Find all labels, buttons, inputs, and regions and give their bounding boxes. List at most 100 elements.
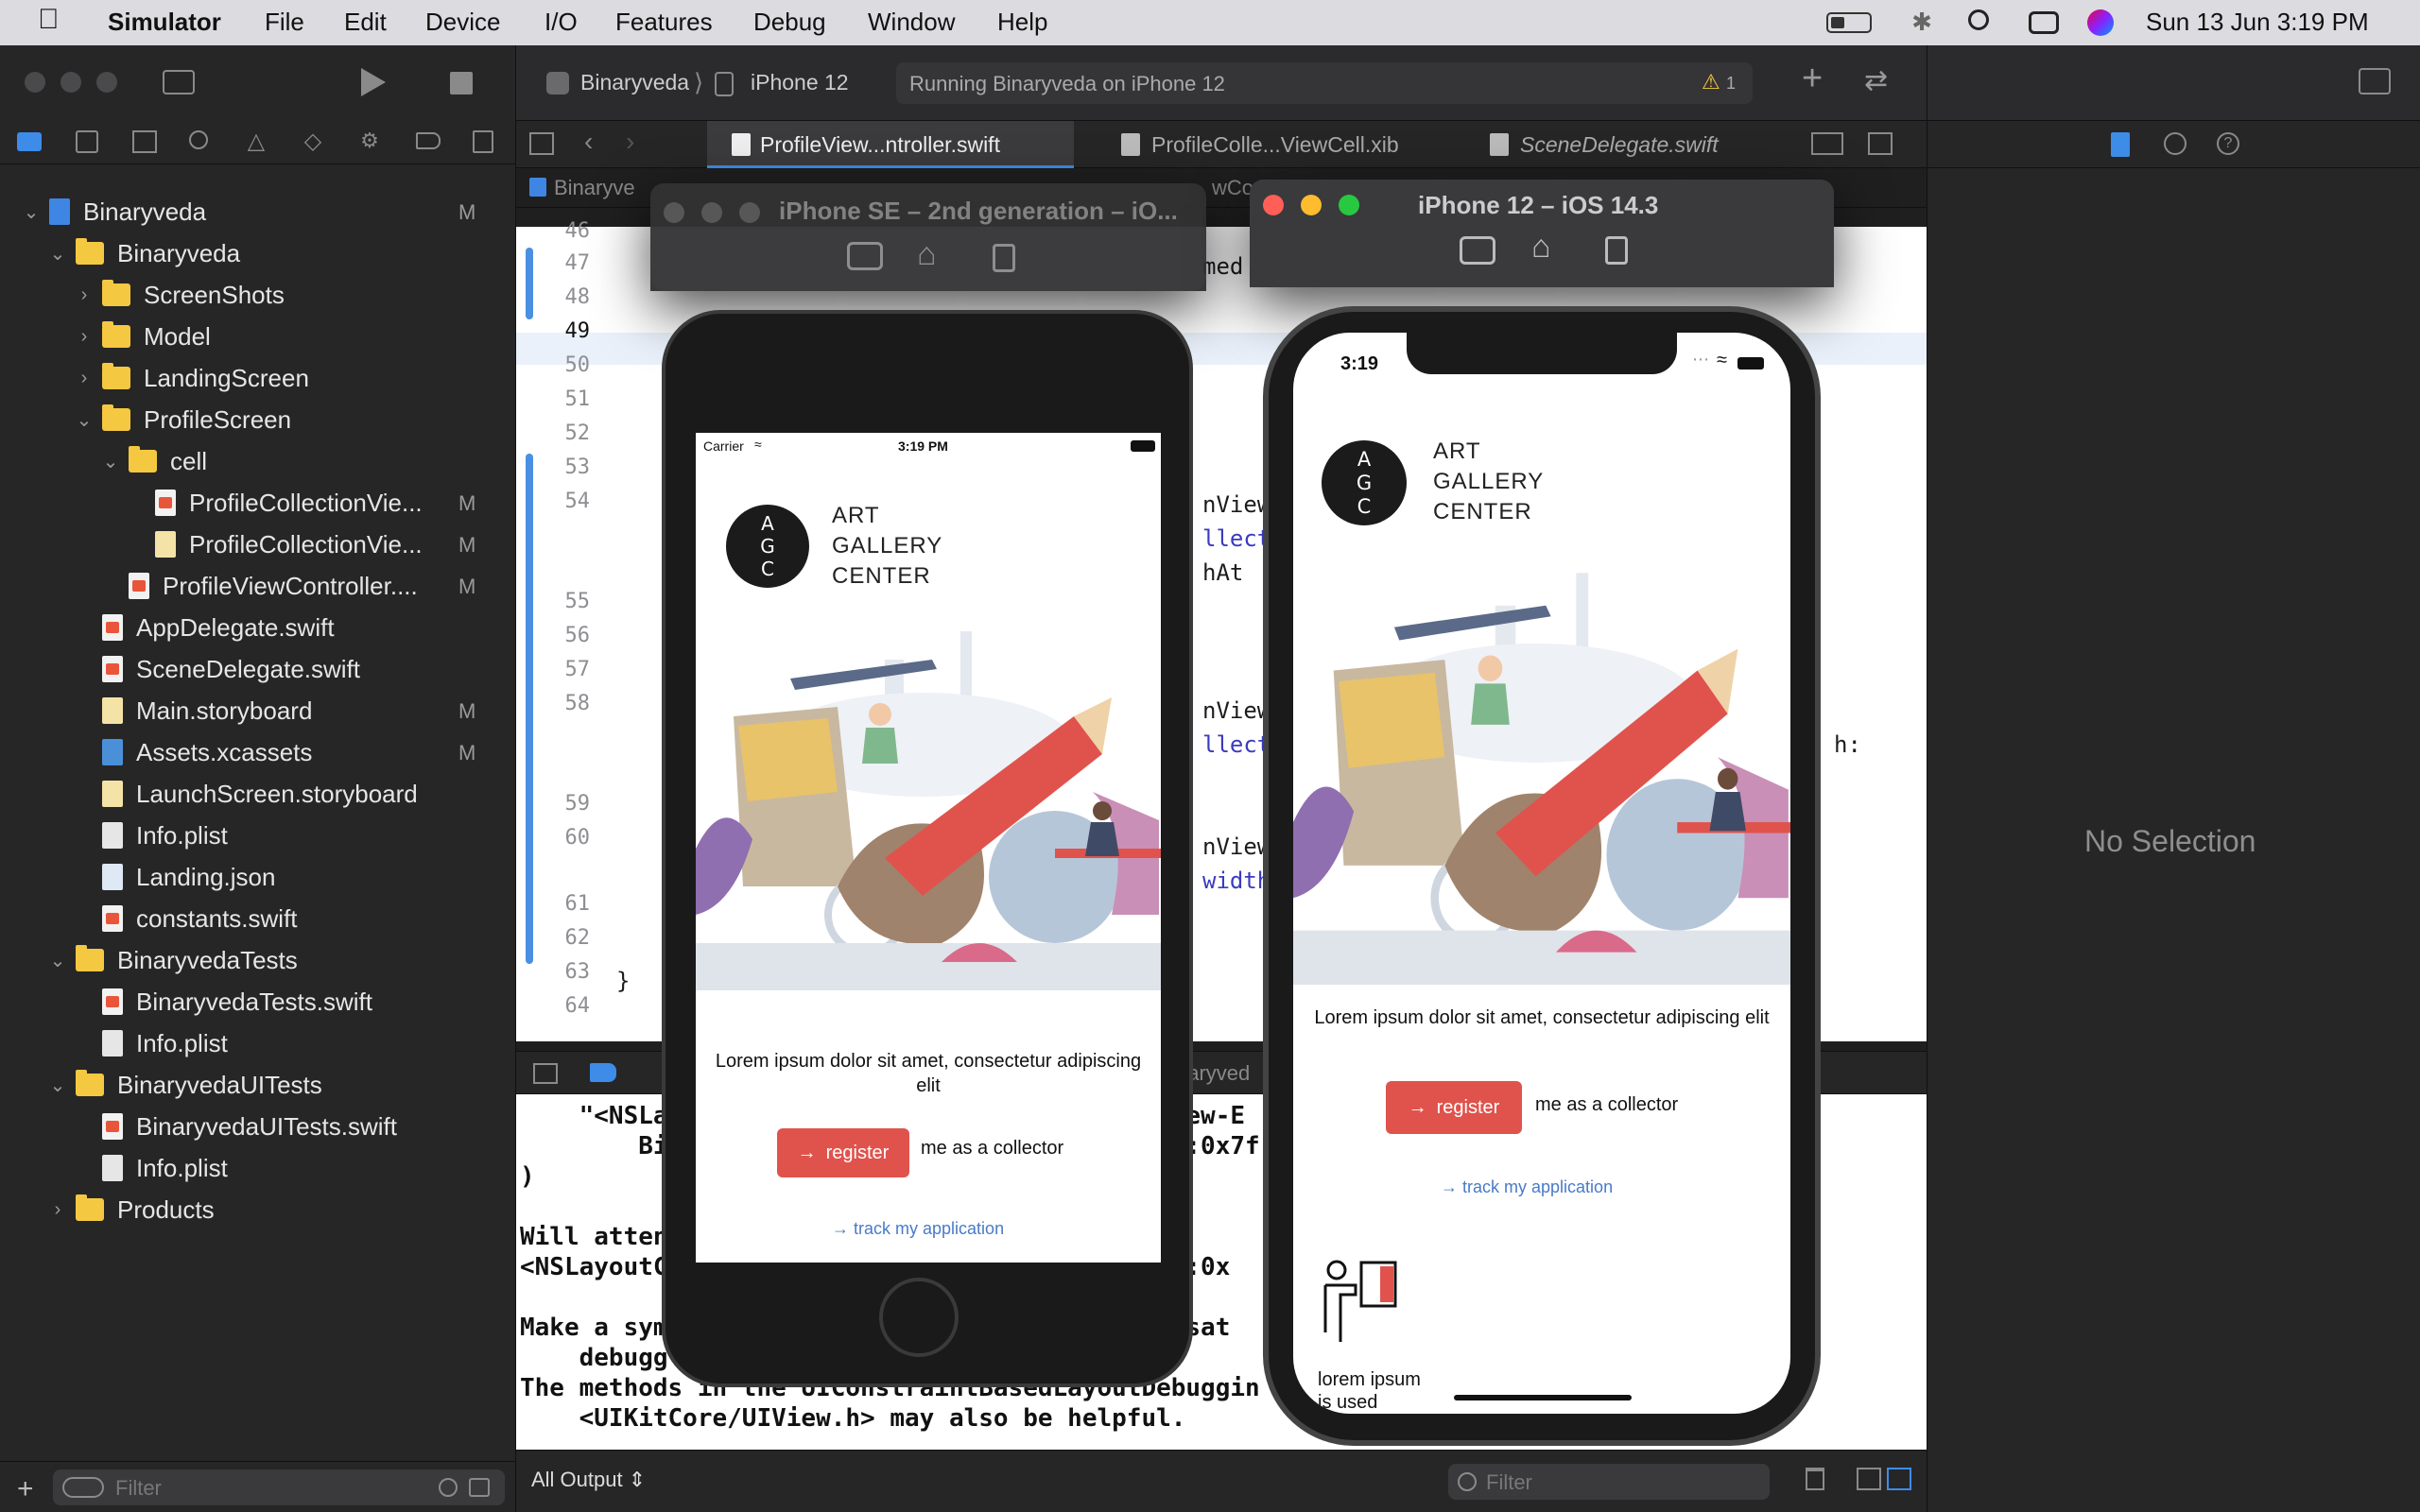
line-number[interactable]: 61: [529, 892, 591, 916]
line-number[interactable]: 56: [529, 624, 591, 647]
tree-file[interactable]: Info.plist: [74, 1147, 228, 1189]
find-navigator-icon[interactable]: [189, 130, 208, 149]
navigator-filter-input[interactable]: Filter: [53, 1469, 505, 1505]
tree-folder[interactable]: › Products: [47, 1189, 215, 1230]
tree-folder[interactable]: ⌄ BinaryvedaTests: [47, 939, 298, 981]
line-number[interactable]: 50: [529, 353, 591, 377]
bluetooth-icon[interactable]: ✱: [1908, 6, 1936, 38]
recent-files-icon[interactable]: [439, 1478, 458, 1497]
inspector-toggle-icon[interactable]: [2359, 68, 2391, 94]
close-window-button[interactable]: [1263, 195, 1284, 215]
forward-icon[interactable]: ›: [626, 127, 634, 157]
menu-features[interactable]: Features: [615, 8, 713, 37]
add-icon[interactable]: +: [17, 1473, 34, 1505]
line-number[interactable]: 47: [529, 251, 591, 275]
editor-options-icon[interactable]: [1811, 132, 1843, 155]
line-number[interactable]: 63: [529, 960, 591, 984]
line-number[interactable]: 48: [529, 285, 591, 309]
register-button[interactable]: → register: [777, 1128, 909, 1177]
debug-navigator-icon[interactable]: ⚙: [355, 127, 384, 155]
line-number[interactable]: 55: [529, 590, 591, 613]
jump-bar-root[interactable]: Binaryve: [554, 176, 635, 200]
chevron-right-icon[interactable]: ›: [74, 284, 95, 306]
source-control-icon[interactable]: [76, 130, 98, 153]
line-number[interactable]: 59: [529, 792, 591, 816]
minimize-window-button[interactable]: [60, 72, 81, 93]
chevron-right-icon[interactable]: ›: [74, 326, 95, 348]
output-select[interactable]: All Output ⇕: [531, 1468, 646, 1492]
code-review-icon[interactable]: ⇄: [1864, 64, 1888, 97]
breakpoint-navigator-icon[interactable]: [416, 132, 441, 149]
close-window-button[interactable]: [664, 202, 684, 223]
tree-file[interactable]: ProfileViewController....: [100, 565, 418, 607]
test-navigator-icon[interactable]: ◇: [299, 127, 327, 155]
rotate-icon[interactable]: [993, 244, 1015, 272]
tree-file[interactable]: ⌄ Binaryveda: [21, 191, 206, 232]
tree-file[interactable]: LaunchScreen.storyboard: [74, 773, 418, 815]
tree-file[interactable]: AppDelegate.swift: [74, 607, 335, 648]
tree-folder[interactable]: › Model: [74, 316, 211, 357]
split-editor-icon[interactable]: [1868, 132, 1893, 155]
menu-debug[interactable]: Debug: [753, 8, 826, 37]
zoom-window-button[interactable]: [1339, 195, 1359, 215]
tree-folder[interactable]: ⌄ cell: [100, 440, 207, 482]
tree-folder[interactable]: › LandingScreen: [74, 357, 309, 399]
chevron-down-icon[interactable]: ⌄: [47, 242, 68, 266]
register-button[interactable]: → register: [1386, 1081, 1522, 1134]
line-number[interactable]: 54: [529, 490, 591, 513]
menu-device[interactable]: Device: [425, 8, 500, 37]
search-icon[interactable]: [1968, 9, 1989, 30]
line-number[interactable]: 60: [529, 826, 591, 850]
minimize-window-button[interactable]: [1301, 195, 1322, 215]
minimize-window-button[interactable]: [701, 202, 722, 223]
chevron-down-icon[interactable]: ⌄: [74, 408, 95, 432]
menu-file[interactable]: File: [265, 8, 304, 37]
menu-io[interactable]: I/O: [544, 8, 578, 37]
menu-clock[interactable]: Sun 13 Jun 3:19 PM: [2146, 8, 2369, 37]
apple-menu-icon[interactable]: : [38, 4, 60, 36]
tree-file[interactable]: Main.storyboard: [74, 690, 312, 731]
tab-scene-delegate[interactable]: SceneDelegate.swift: [1490, 121, 1773, 168]
tree-file[interactable]: BinaryvedaTests.swift: [74, 981, 372, 1022]
line-number[interactable]: 53: [529, 455, 591, 479]
menu-edit[interactable]: Edit: [344, 8, 387, 37]
line-number[interactable]: 51: [529, 387, 591, 411]
related-items-icon[interactable]: [529, 132, 554, 155]
folder-navigator-icon[interactable]: [17, 132, 42, 151]
tree-folder[interactable]: ⌄ BinaryvedaUITests: [47, 1064, 322, 1106]
variables-view-icon[interactable]: [1857, 1468, 1881, 1490]
line-number[interactable]: 46: [529, 219, 591, 243]
help-inspector-icon[interactable]: ?: [2217, 132, 2239, 155]
file-inspector-icon[interactable]: [2111, 132, 2130, 157]
home-icon[interactable]: ⌂: [917, 236, 937, 273]
tree-file[interactable]: Info.plist: [74, 815, 228, 856]
sidebar-toggle-icon[interactable]: [163, 70, 195, 94]
zoom-window-button[interactable]: [739, 202, 760, 223]
rotate-icon[interactable]: [1605, 236, 1628, 265]
tree-folder[interactable]: ⌄ ProfileScreen: [74, 399, 291, 440]
track-application-link[interactable]: → track my application: [832, 1219, 1004, 1239]
menu-window[interactable]: Window: [868, 8, 955, 37]
chevron-down-icon[interactable]: ⌄: [47, 949, 68, 972]
back-icon[interactable]: ‹: [584, 127, 593, 157]
home-icon[interactable]: ⌂: [1531, 229, 1551, 266]
trash-icon[interactable]: [1806, 1468, 1824, 1490]
close-window-button[interactable]: [25, 72, 45, 93]
issue-navigator-icon[interactable]: △: [242, 127, 270, 155]
chevron-down-icon[interactable]: ⌄: [100, 450, 121, 473]
siri-icon[interactable]: [2087, 9, 2114, 36]
history-inspector-icon[interactable]: [2164, 132, 2187, 155]
line-number[interactable]: 52: [529, 421, 591, 445]
tree-file[interactable]: Info.plist: [74, 1022, 228, 1064]
tab-profile-collection-cell[interactable]: ProfileColle...ViewCell.xib: [1121, 121, 1443, 168]
zoom-window-button[interactable]: [96, 72, 117, 93]
device-selector[interactable]: iPhone 12: [751, 70, 849, 95]
line-number[interactable]: 58: [529, 692, 591, 715]
scheme-selector[interactable]: Binaryveda: [580, 70, 689, 95]
line-number[interactable]: 62: [529, 926, 591, 950]
scm-filter-icon[interactable]: [469, 1478, 490, 1497]
home-button[interactable]: [879, 1278, 959, 1357]
hide-debug-area-icon[interactable]: [533, 1063, 558, 1084]
tree-file[interactable]: constants.swift: [74, 898, 298, 939]
tree-folder[interactable]: ⌄ Binaryveda: [47, 232, 240, 274]
